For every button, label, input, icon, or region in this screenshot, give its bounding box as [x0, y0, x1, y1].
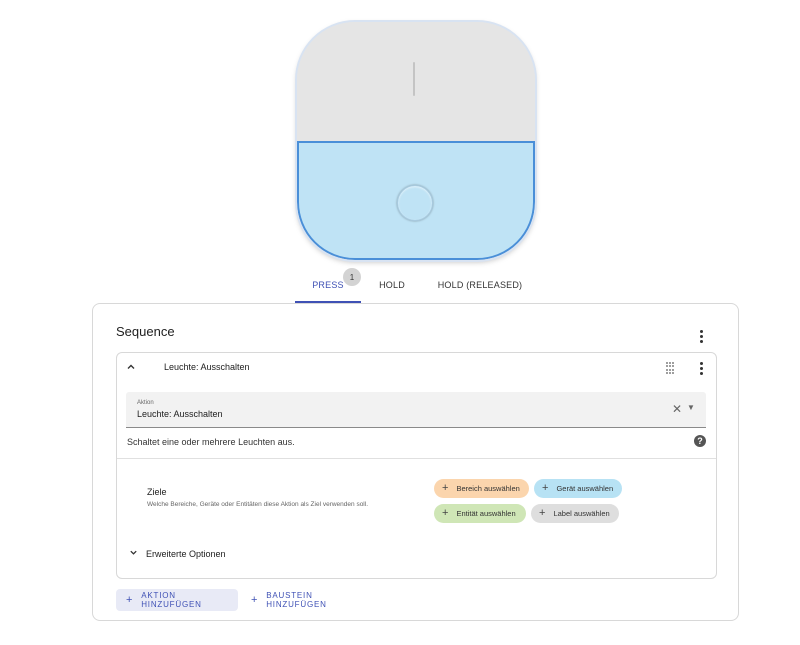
tab-hold[interactable]: HOLD: [368, 268, 416, 302]
action-title: Leuchte: Ausschalten: [164, 362, 250, 372]
divider: [117, 458, 716, 459]
arrow-drop-down-icon[interactable]: ▼: [687, 403, 695, 412]
chip-label-label: Label auswählen: [553, 509, 610, 518]
plus-icon: +: [539, 507, 546, 519]
plus-icon: +: [251, 594, 259, 606]
sequence-card: Sequence Leuchte: Ausschalten Aktion Leu…: [92, 303, 739, 621]
help-circle-icon[interactable]: ?: [694, 435, 706, 447]
action-card: Leuchte: Ausschalten Aktion Leuchte: Aus…: [116, 352, 717, 579]
add-building-block-button[interactable]: + BAUSTEIN HINZUFÜGEN: [241, 589, 371, 611]
sequence-title: Sequence: [116, 324, 175, 339]
plus-icon: +: [442, 482, 449, 494]
action-more-vertical-icon[interactable]: [694, 361, 708, 375]
add-building-block-label: BAUSTEIN HINZUFÜGEN: [266, 591, 327, 609]
action-description: Schaltet eine oder mehrere Leuchten aus.: [127, 437, 295, 447]
plus-icon: +: [126, 594, 134, 606]
targets-title: Ziele: [147, 487, 167, 497]
trigger-tabs: PRESS HOLD HOLD (RELEASED): [0, 268, 800, 304]
chip-entity-label: Entität auswählen: [456, 509, 516, 518]
add-action-label: AKTION HINZUFÜGEN: [141, 591, 202, 609]
chip-device-label: Gerät auswählen: [556, 484, 614, 493]
remote-top-indicator: [413, 62, 415, 96]
action-select-field[interactable]: Aktion Leuchte: Ausschalten ✕ ▼: [126, 392, 706, 428]
targets-description: Welche Bereiche, Geräte oder Entitäten d…: [147, 501, 368, 508]
chip-select-device[interactable]: + Gerät auswählen: [534, 479, 622, 498]
remote-bottom-circle: [397, 185, 433, 221]
remote-top-button[interactable]: [297, 22, 535, 141]
chevron-up-icon[interactable]: [125, 361, 137, 373]
advanced-options-toggle[interactable]: Erweiterte Optionen: [129, 548, 226, 559]
tab-press-badge: 1: [343, 268, 361, 286]
close-icon[interactable]: ✕: [672, 402, 682, 416]
plus-icon: +: [542, 482, 549, 494]
chip-select-entity[interactable]: + Entität auswählen: [434, 504, 526, 523]
add-action-button[interactable]: + AKTION HINZUFÜGEN: [116, 589, 238, 611]
more-vertical-icon[interactable]: [694, 329, 708, 343]
chip-select-area[interactable]: + Bereich auswählen: [434, 479, 529, 498]
action-header[interactable]: Leuchte: Ausschalten: [117, 353, 716, 383]
plus-icon: +: [442, 507, 449, 519]
action-field-value: Leuchte: Ausschalten: [137, 409, 223, 419]
remote-device-image: [297, 22, 535, 260]
action-field-label: Aktion: [137, 400, 154, 406]
remote-bottom-button-selected[interactable]: [297, 141, 535, 260]
advanced-options-label: Erweiterte Optionen: [146, 548, 226, 559]
drag-handle-icon[interactable]: [666, 362, 676, 374]
chip-area-label: Bereich auswählen: [456, 484, 520, 493]
tab-hold-released[interactable]: HOLD (RELEASED): [430, 268, 530, 302]
chevron-down-icon: [129, 548, 138, 559]
chip-select-label[interactable]: + Label auswählen: [531, 504, 619, 523]
